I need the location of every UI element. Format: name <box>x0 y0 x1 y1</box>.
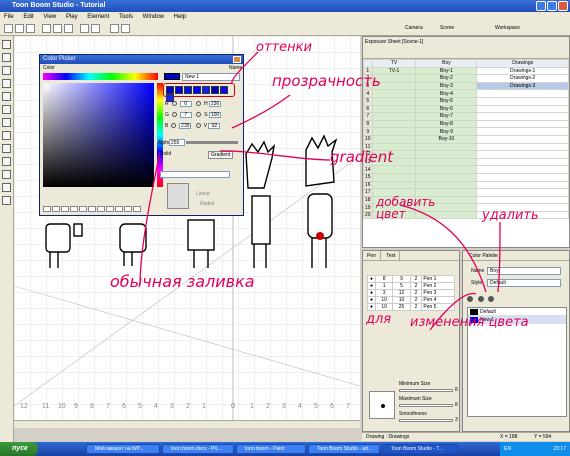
taskbar-item-3[interactable]: toon boom - Paint <box>236 444 306 454</box>
language-indicator[interactable]: EN <box>504 442 511 456</box>
start-button[interactable]: пуск <box>0 442 38 456</box>
taskbar: пуск Мой аккаунт на WP... toon boom.docx… <box>0 442 570 456</box>
taskbar-item-5[interactable]: Toon Boom Studio - T... <box>382 444 458 454</box>
clock: 23:17 <box>553 446 566 452</box>
taskbar-item-4[interactable]: Toon Boom Studio - ad... <box>308 444 380 454</box>
annotation-arrows <box>139 51 501 331</box>
taskbar-item-1[interactable]: Мой аккаунт на WP... <box>86 444 160 454</box>
taskbar-item-2[interactable]: toon boom.docx - Pit... <box>162 444 234 454</box>
system-tray: EN 23:17 <box>500 442 570 456</box>
